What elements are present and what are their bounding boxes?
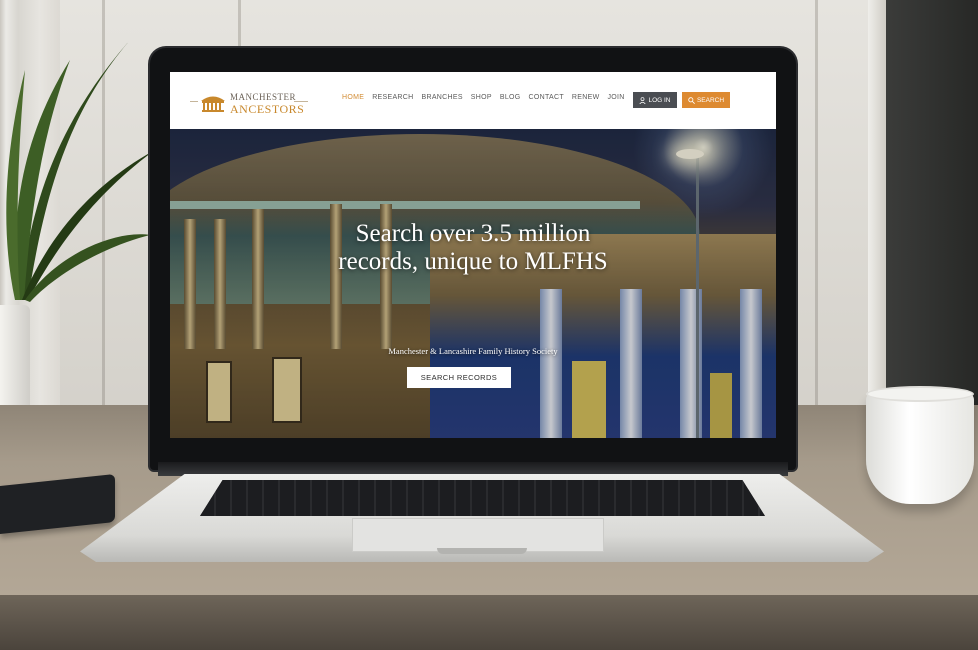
- search-label: SEARCH: [696, 96, 725, 104]
- search-records-button[interactable]: SEARCH RECORDS: [407, 367, 511, 388]
- desk-edge: [0, 595, 978, 650]
- hero-banner: [170, 129, 776, 438]
- wall-panel-line: [815, 0, 818, 420]
- logo-text-bottom: ANCESTORS: [230, 102, 305, 116]
- search-button[interactable]: SEARCH: [682, 92, 730, 108]
- logo-text-top: MANCHESTER: [230, 92, 297, 102]
- hero-overlay: [170, 129, 776, 438]
- logo-rule: [190, 101, 198, 102]
- hero-title: Search over 3.5 million records, unique …: [273, 220, 673, 276]
- mug-rim: [866, 386, 974, 402]
- library-building-icon: [201, 96, 225, 112]
- nav-research[interactable]: RESEARCH: [372, 94, 413, 101]
- laptop-keyboard: [200, 480, 765, 516]
- search-icon: [688, 96, 695, 104]
- wall-trim: [868, 0, 886, 420]
- laptop-hinge: [158, 462, 788, 476]
- nav-shop[interactable]: SHOP: [471, 94, 492, 101]
- site-header: MANCHESTER ANCESTORS HOME RESEARCH BRANC…: [170, 72, 776, 129]
- nav-join[interactable]: JOIN: [607, 94, 624, 101]
- dark-wall-panel: [886, 0, 978, 420]
- laptop-trackpad: [352, 518, 604, 552]
- nav-renew[interactable]: RENEW: [572, 94, 600, 101]
- nav-blog[interactable]: BLOG: [500, 94, 521, 101]
- nav-branches[interactable]: BRANCHES: [422, 94, 463, 101]
- nav-contact[interactable]: CONTACT: [529, 94, 564, 101]
- login-label: LOG IN: [648, 96, 671, 104]
- hero-title-line2: records, unique to MLFHS: [338, 248, 608, 275]
- site-logo[interactable]: MANCHESTER ANCESTORS: [190, 82, 308, 120]
- hero-title-line1: Search over 3.5 million: [355, 220, 591, 247]
- login-button[interactable]: LOG IN: [633, 92, 677, 108]
- hero-subtitle: Manchester & Lancashire Family History S…: [388, 346, 558, 356]
- plant-illustration: [6, 40, 155, 302]
- nav-home[interactable]: HOME: [342, 94, 364, 101]
- laptop-notch: [437, 548, 527, 554]
- coffee-mug: [866, 392, 974, 504]
- user-icon: [639, 96, 647, 104]
- main-nav: HOME RESEARCH BRANCHES SHOP BLOG CONTACT…: [342, 94, 625, 101]
- laptop-screen: MANCHESTER ANCESTORS HOME RESEARCH BRANC…: [170, 72, 776, 438]
